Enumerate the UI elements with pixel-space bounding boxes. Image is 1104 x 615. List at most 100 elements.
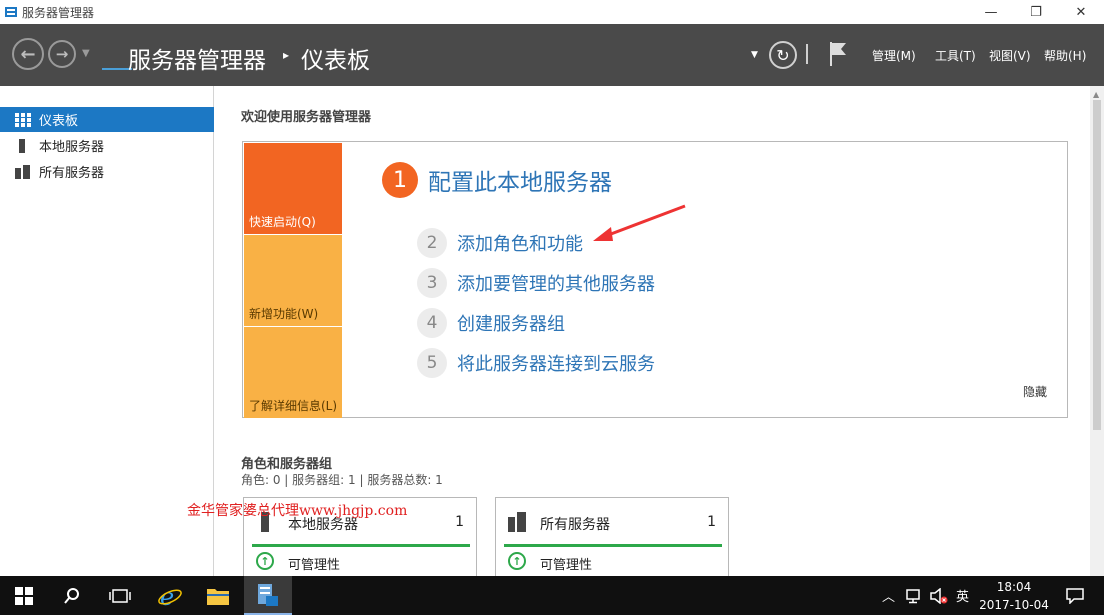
refresh-button[interactable]: ↻	[769, 41, 797, 69]
start-button[interactable]	[0, 576, 48, 615]
header-bar: ← → ▼ 服务器管理器 ▸ 仪表板 ▼ ↻ 管理(M) 工具(T) 视图(V)…	[0, 24, 1104, 86]
step-add-other-servers[interactable]: 3 添加要管理的其他服务器	[417, 268, 655, 298]
clock-date: 2017-10-04	[979, 598, 1049, 612]
menu-view[interactable]: 视图(V)	[989, 47, 1031, 64]
all-servers-card[interactable]: 所有服务器 1 ↑ 可管理性	[495, 497, 729, 576]
search-button[interactable]	[48, 576, 96, 615]
status-manageability[interactable]: 可管理性	[288, 554, 340, 573]
server-manager-app-icon	[5, 7, 17, 17]
notifications-flag-icon[interactable]	[828, 41, 848, 67]
minimize-button[interactable]: —	[968, 0, 1014, 24]
tile-whats-new[interactable]: 新增功能(W)	[244, 235, 342, 326]
close-button[interactable]: ✕	[1058, 0, 1104, 24]
welcome-panel: 快速启动(Q) 新增功能(W) 了解详细信息(L) 1 配置此本地服务器 2 添…	[242, 141, 1068, 418]
watermark-text: 金华管家婆总代理www.jhgjp.com	[187, 503, 408, 519]
tile-label: 了解详细信息(L)	[249, 399, 338, 413]
forward-button[interactable]: →	[48, 40, 76, 68]
header-divider	[806, 44, 808, 64]
sidebar-item-label: 仪表板	[39, 114, 79, 129]
ime-label: 英	[956, 590, 970, 605]
minimize-icon: —	[984, 4, 998, 20]
scrollbar-thumb[interactable]	[1093, 100, 1101, 430]
tile-label: 快速启动(Q)	[249, 215, 316, 229]
folder-icon	[207, 588, 229, 605]
taskbar-server-manager[interactable]	[244, 576, 292, 615]
sidebar-item-dashboard[interactable]: 仪表板	[0, 107, 214, 132]
menu-help[interactable]: 帮助(H)	[1044, 47, 1086, 64]
network-tray-button[interactable]	[906, 576, 924, 615]
chevron-up-icon: ︿	[882, 590, 896, 605]
task-view-icon	[109, 588, 131, 603]
step-configure-local-server[interactable]: 1 配置此本地服务器	[382, 162, 612, 198]
sidebar: 仪表板 本地服务器 所有服务器	[0, 86, 214, 576]
taskbar-file-explorer[interactable]	[194, 576, 242, 615]
refresh-icon: ↻	[776, 45, 790, 65]
forward-arrow-icon: →	[55, 45, 69, 63]
card-count: 1	[707, 514, 716, 530]
windows-logo-icon	[15, 586, 33, 605]
roles-summary: 角色: 0 | 服务器组: 1 | 服务器总数: 1	[241, 473, 443, 487]
internet-explorer-icon: e	[158, 583, 182, 609]
step-create-server-group[interactable]: 4 创建服务器组	[417, 308, 565, 338]
step-number-badge: 2	[417, 228, 447, 258]
clock[interactable]: 18:04 2017-10-04	[974, 578, 1054, 614]
taskbar-internet-explorer[interactable]: e	[146, 576, 194, 615]
back-arrow-icon: ←	[20, 43, 36, 65]
server-manager-icon	[258, 583, 278, 606]
step-number-badge: 5	[417, 348, 447, 378]
restore-icon: ❐	[1030, 4, 1042, 20]
restore-button[interactable]: ❐	[1013, 0, 1059, 24]
scroll-up-icon[interactable]: ▲	[1093, 90, 1099, 99]
step-connect-cloud[interactable]: 5 将此服务器连接到云服务	[417, 348, 655, 378]
up-arrow-status-icon: ↑	[256, 552, 274, 570]
action-center-button[interactable]	[1066, 576, 1084, 615]
sidebar-item-label: 所有服务器	[39, 166, 105, 181]
hide-welcome-link[interactable]: 隐藏	[1023, 383, 1047, 400]
annotation-arrow	[593, 204, 686, 241]
clock-time: 18:04	[996, 580, 1032, 594]
server-manager-window: 服务器管理器 — ❐ ✕ ← → ▼ 服务器管理器 ▸ 仪表板 ▼ ↻ 管理(M…	[0, 0, 1104, 576]
step-add-roles-features[interactable]: 2 添加角色和功能	[417, 228, 583, 258]
all-servers-icon	[15, 164, 30, 179]
step-number-badge: 3	[417, 268, 447, 298]
close-icon: ✕	[1075, 4, 1087, 20]
tile-learn-more[interactable]: 了解详细信息(L)	[244, 327, 342, 418]
menu-manage[interactable]: 管理(M)	[872, 47, 916, 64]
history-dropdown-icon[interactable]: ▼	[82, 48, 90, 59]
taskbar: e ︿ 英 18:04 2017-10-04	[0, 576, 1104, 615]
card-count: 1	[455, 514, 464, 530]
vertical-scrollbar[interactable]: ▲	[1090, 86, 1104, 576]
volume-muted-icon	[930, 587, 948, 604]
breadcrumb-page: 仪表板	[301, 48, 370, 74]
sidebar-item-all-servers[interactable]: 所有服务器	[0, 159, 214, 184]
sidebar-item-local-server[interactable]: 本地服务器	[0, 133, 214, 158]
welcome-title: 欢迎使用服务器管理器	[241, 110, 372, 125]
status-bar	[252, 544, 470, 547]
back-button[interactable]: ←	[12, 38, 44, 70]
status-manageability[interactable]: 可管理性	[540, 554, 592, 573]
breadcrumb-separator-icon: ▸	[283, 48, 290, 62]
search-icon	[64, 587, 79, 604]
breadcrumb-app[interactable]: 服务器管理器	[128, 41, 266, 75]
status-bar	[504, 544, 722, 547]
step-label: 添加角色和功能	[457, 234, 583, 255]
up-arrow-status-icon: ↑	[508, 552, 526, 570]
step-number-badge: 4	[417, 308, 447, 338]
step-number-badge: 1	[382, 162, 418, 198]
step-label: 创建服务器组	[457, 314, 565, 335]
tile-label: 新增功能(W)	[249, 307, 319, 321]
step-label: 将此服务器连接到云服务	[457, 354, 655, 375]
title-bar: 服务器管理器 — ❐ ✕	[0, 0, 1104, 24]
network-icon	[906, 588, 920, 603]
header-dropdown-icon[interactable]: ▼	[751, 50, 758, 60]
volume-tray-button[interactable]	[930, 576, 948, 615]
window-title: 服务器管理器	[22, 6, 95, 20]
show-hidden-icons-button[interactable]: ︿	[882, 576, 895, 615]
task-view-button[interactable]	[96, 576, 144, 615]
local-server-icon	[19, 138, 25, 153]
all-servers-icon	[508, 512, 526, 532]
menu-tools[interactable]: 工具(T)	[935, 47, 976, 64]
tile-quick-start[interactable]: 快速启动(Q)	[244, 143, 342, 234]
card-title: 所有服务器	[540, 517, 610, 533]
ime-indicator[interactable]: 英	[956, 576, 969, 615]
